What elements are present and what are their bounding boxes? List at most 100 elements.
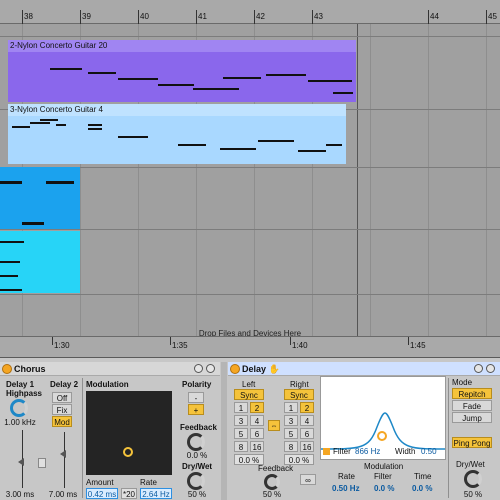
right-sync-button[interactable]: Sync bbox=[284, 389, 314, 400]
bar-number: 39 bbox=[82, 12, 91, 21]
midi-note[interactable] bbox=[308, 80, 352, 82]
left-beat-4[interactable]: 4 bbox=[250, 415, 264, 426]
delay-title-bar[interactable]: Delay ✋ bbox=[228, 362, 500, 376]
freeze-button[interactable]: ∞ bbox=[300, 474, 316, 485]
mod-rate-value[interactable]: 0.50 Hz bbox=[332, 484, 360, 493]
width-value[interactable]: 0.50 bbox=[421, 447, 437, 456]
midi-note[interactable] bbox=[333, 92, 353, 94]
right-beat-8[interactable]: 8 bbox=[284, 441, 298, 452]
polarity-minus-button[interactable]: - bbox=[188, 392, 204, 403]
right-beat-16[interactable]: 16 bbox=[300, 441, 314, 452]
mod-filter-value[interactable]: 0.0 % bbox=[374, 484, 394, 493]
midi-note[interactable] bbox=[50, 68, 82, 70]
midi-note[interactable] bbox=[0, 289, 22, 291]
midi-note[interactable] bbox=[0, 275, 18, 277]
delay1-value: 3.00 ms bbox=[5, 490, 35, 499]
delay2-off-button[interactable]: Off bbox=[52, 392, 72, 403]
midi-note[interactable] bbox=[46, 181, 74, 184]
left-beat-3[interactable]: 3 bbox=[234, 415, 248, 426]
midi-note[interactable] bbox=[220, 148, 256, 150]
delay2-slider-track[interactable] bbox=[64, 432, 65, 488]
midi-note[interactable] bbox=[12, 126, 30, 128]
midi-note[interactable] bbox=[88, 128, 102, 130]
feedback-knob[interactable] bbox=[264, 474, 280, 490]
device-on-toggle[interactable] bbox=[2, 364, 12, 374]
left-beat-6[interactable]: 6 bbox=[250, 428, 264, 439]
jump-button[interactable]: Jump bbox=[452, 412, 492, 423]
midi-note[interactable] bbox=[0, 181, 22, 184]
midi-note[interactable] bbox=[40, 119, 58, 121]
amount-value[interactable]: 0.42 ms bbox=[86, 488, 118, 499]
midi-note[interactable] bbox=[0, 261, 20, 263]
x20-toggle[interactable]: *20 bbox=[121, 488, 137, 499]
delay2-fix-button[interactable]: Fix bbox=[52, 404, 72, 415]
midi-clip[interactable] bbox=[0, 231, 80, 293]
midi-note[interactable] bbox=[0, 241, 24, 243]
link-lr-button[interactable]: ⇔ bbox=[268, 420, 280, 431]
midi-note[interactable] bbox=[88, 124, 102, 126]
drywet-knob[interactable] bbox=[187, 472, 205, 490]
midi-note[interactable] bbox=[298, 150, 326, 152]
polarity-label: Polarity bbox=[182, 380, 212, 389]
right-beat-4[interactable]: 4 bbox=[300, 415, 314, 426]
left-beat-1[interactable]: 1 bbox=[234, 402, 248, 413]
delay2-slider-handle[interactable] bbox=[60, 450, 66, 458]
right-beat-3[interactable]: 3 bbox=[284, 415, 298, 426]
highpass-knob[interactable] bbox=[10, 399, 28, 417]
ping-pong-button[interactable]: Ping Pong bbox=[452, 437, 492, 448]
midi-note[interactable] bbox=[118, 136, 148, 138]
midi-note[interactable] bbox=[30, 122, 50, 124]
midi-note[interactable] bbox=[118, 78, 158, 80]
width-label: Width bbox=[395, 447, 416, 456]
save-preset-icon[interactable] bbox=[206, 364, 215, 373]
midi-note[interactable] bbox=[266, 74, 306, 76]
mod-time-value[interactable]: 0.0 % bbox=[412, 484, 432, 493]
midi-clip[interactable] bbox=[0, 167, 80, 229]
rate-value[interactable]: 2.64 Hz bbox=[140, 488, 172, 499]
midi-note[interactable] bbox=[22, 222, 44, 225]
midi-note[interactable] bbox=[56, 124, 66, 126]
right-beat-5[interactable]: 5 bbox=[284, 428, 298, 439]
chorus-title-bar[interactable]: Chorus bbox=[0, 362, 220, 376]
left-beat-2[interactable]: 2 bbox=[250, 402, 264, 413]
left-beat-8[interactable]: 8 bbox=[234, 441, 248, 452]
midi-note[interactable] bbox=[88, 72, 116, 74]
xy-pad-handle[interactable] bbox=[123, 447, 133, 457]
filter-display[interactable]: Filter 866 Hz Width 0.50 bbox=[320, 376, 446, 460]
filter-value[interactable]: 866 Hz bbox=[355, 447, 380, 456]
filter-handle[interactable] bbox=[377, 431, 387, 441]
left-beat-16[interactable]: 16 bbox=[250, 441, 264, 452]
drywet-knob[interactable] bbox=[464, 470, 482, 488]
arrangement-view[interactable]: 2-Nylon Concerto Guitar 20 3-Nylon Conce… bbox=[0, 24, 500, 336]
repitch-button[interactable]: Repitch bbox=[452, 388, 492, 399]
midi-note[interactable] bbox=[193, 88, 239, 90]
midi-clip[interactable]: 3-Nylon Concerto Guitar 4 bbox=[8, 104, 346, 164]
right-beat-2[interactable]: 2 bbox=[300, 402, 314, 413]
left-sync-button[interactable]: Sync bbox=[234, 389, 264, 400]
bar-ruler[interactable]: 38 39 40 41 42 43 44 45 bbox=[0, 0, 500, 24]
link-toggle[interactable] bbox=[38, 458, 46, 468]
filter-on-toggle[interactable] bbox=[323, 448, 330, 455]
device-on-toggle[interactable] bbox=[230, 364, 240, 374]
delay2-mod-button[interactable]: Mod bbox=[52, 416, 72, 427]
save-preset-icon[interactable] bbox=[486, 364, 495, 373]
delay1-slider-handle[interactable] bbox=[18, 458, 24, 466]
modulation-xy-pad[interactable] bbox=[86, 391, 172, 475]
hot-swap-icon[interactable] bbox=[194, 364, 203, 373]
midi-note[interactable] bbox=[258, 140, 294, 142]
feedback-knob[interactable] bbox=[187, 433, 205, 451]
device-splitter[interactable] bbox=[221, 362, 227, 500]
midi-note[interactable] bbox=[158, 84, 194, 86]
midi-note[interactable] bbox=[223, 77, 261, 79]
midi-note[interactable] bbox=[178, 144, 206, 146]
time-ruler[interactable]: 1:30 1:35 1:40 1:45 bbox=[0, 336, 500, 358]
hot-swap-icon[interactable] bbox=[474, 364, 483, 373]
right-beat-1[interactable]: 1 bbox=[284, 402, 298, 413]
polarity-plus-button[interactable]: + bbox=[188, 404, 204, 415]
drop-zone[interactable]: Drop Files and Devices Here bbox=[0, 319, 500, 336]
midi-note[interactable] bbox=[326, 144, 342, 146]
right-beat-6[interactable]: 6 bbox=[300, 428, 314, 439]
left-beat-5[interactable]: 5 bbox=[234, 428, 248, 439]
midi-clip[interactable]: 2-Nylon Concerto Guitar 20 bbox=[8, 40, 356, 102]
fade-button[interactable]: Fade bbox=[452, 400, 492, 411]
